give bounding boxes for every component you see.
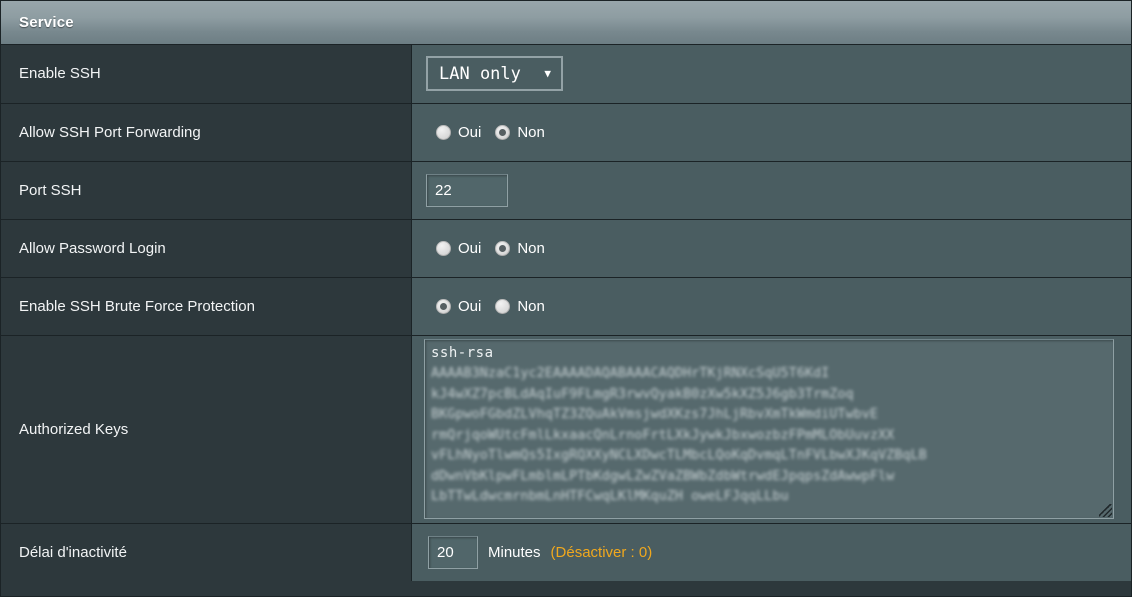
table-row: Port SSH 22 [1, 161, 1131, 220]
enable-ssh-select[interactable]: LAN only ▼ [426, 56, 563, 92]
row-label-brute-force: Enable SSH Brute Force Protection [1, 277, 412, 336]
row-label-password-login: Allow Password Login [1, 219, 412, 278]
row-value-idle-timeout: 20 Minutes (Désactiver : 0) [411, 523, 1131, 581]
idle-timeout-hint: (Désactiver : 0) [550, 543, 653, 561]
brute-force-radio-non[interactable]: Non [495, 298, 545, 315]
radio-icon[interactable] [436, 124, 451, 140]
radio-label: Oui [458, 239, 482, 257]
port-forwarding-radio-non[interactable]: Non [495, 124, 545, 141]
authorized-keys-line: vFLhNyoTlwmQs5IxgRQXXyNCLXDwcTLMbcLQoKqD… [431, 447, 927, 463]
row-value-authorized-keys: ssh-rsa AAAAB3NzaC1yc2EAAAADAQABAAACAQDH… [411, 335, 1131, 524]
radio-label: Non [517, 239, 545, 257]
brute-force-radio-oui[interactable]: Oui [436, 298, 481, 315]
row-label-idle-timeout: Délai d'inactivité [1, 523, 412, 581]
table-row: Délai d'inactivité 20 Minutes (Désactive… [1, 523, 1131, 581]
authorized-keys-line: BKGpwoFGbdZLVhqTZ3ZQuAkVmsjwdXKzs7JhLjRb… [431, 406, 879, 422]
radio-icon[interactable] [495, 298, 511, 314]
radio-icon[interactable] [436, 298, 451, 314]
authorized-keys-line: rmQrjqoWUtcFmlLkxaacQnLrnoFrtLXkJywkJbxw… [431, 426, 895, 443]
row-value-password-login: Oui Non [411, 219, 1131, 278]
table-row: Enable SSH LAN only ▼ [1, 45, 1131, 104]
idle-timeout-unit: Minutes [488, 543, 541, 561]
enable-ssh-select-value: LAN only [439, 63, 521, 84]
chevron-down-icon: ▼ [544, 67, 551, 81]
ssh-service-panel: Service Enable SSH LAN only ▼ Allow SSH … [0, 0, 1132, 597]
port-ssh-input[interactable]: 22 [426, 173, 508, 207]
radio-label: Non [517, 123, 545, 141]
radio-icon[interactable] [436, 240, 451, 256]
brute-force-radio-group: Oui Non [426, 298, 1131, 315]
row-label-authorized-keys: Authorized Keys [1, 335, 412, 524]
authorized-keys-line: dDwnVbKlpwFLmblmLPTbKdgwLZwZVaZBWbZdbWtr… [431, 467, 895, 484]
authorized-keys-textarea[interactable]: ssh-rsa AAAAB3NzaC1yc2EAAAADAQABAAACAQDH… [424, 339, 1114, 519]
authorized-keys-line: LbTTwLdwcmrnbmLnHTFCwqLKlMKquZH oweLFJqq… [431, 488, 789, 504]
password-login-radio-oui[interactable]: Oui [436, 240, 481, 257]
row-label-enable-ssh: Enable SSH [1, 45, 412, 104]
table-row: Allow SSH Port Forwarding Oui Non [1, 103, 1131, 162]
table-row: Enable SSH Brute Force Protection Oui No… [1, 277, 1131, 336]
password-login-radio-non[interactable]: Non [495, 240, 545, 257]
resize-handle-icon[interactable] [1099, 504, 1112, 517]
row-value-brute-force: Oui Non [411, 277, 1131, 336]
authorized-keys-first-line: ssh-rsa [431, 345, 494, 361]
settings-table: Enable SSH LAN only ▼ Allow SSH Port For… [1, 45, 1131, 581]
page-title: Service [19, 14, 74, 31]
idle-timeout-group: 20 Minutes (Désactiver : 0) [426, 535, 1131, 569]
table-row: Allow Password Login Oui Non [1, 219, 1131, 278]
password-login-radio-group: Oui Non [426, 240, 1131, 257]
radio-icon[interactable] [495, 240, 511, 256]
row-value-enable-ssh: LAN only ▼ [411, 45, 1131, 104]
port-forwarding-radio-oui[interactable]: Oui [436, 124, 481, 141]
radio-label: Oui [458, 123, 482, 141]
authorized-keys-line: kJ4wXZ7pcBLdAqIuF9FLmgR3rwvQyakB0zXw5kXZ… [431, 385, 854, 402]
idle-timeout-input[interactable]: 20 [428, 535, 478, 569]
radio-label: Oui [458, 297, 482, 315]
row-label-port-forwarding: Allow SSH Port Forwarding [1, 103, 412, 162]
row-value-port-ssh: 22 [411, 161, 1131, 220]
panel-header: Service [1, 1, 1131, 45]
row-label-port-ssh: Port SSH [1, 161, 412, 220]
table-row: Authorized Keys ssh-rsa AAAAB3NzaC1yc2EA… [1, 335, 1131, 524]
row-value-port-forwarding: Oui Non [411, 103, 1131, 162]
port-forwarding-radio-group: Oui Non [426, 124, 1131, 141]
authorized-keys-redacted-block: AAAAB3NzaC1yc2EAAAADAQABAAACAQDHrTKjRNXc… [431, 363, 1107, 507]
authorized-keys-content: ssh-rsa AAAAB3NzaC1yc2EAAAADAQABAAACAQDH… [425, 340, 1113, 507]
authorized-keys-line: AAAAB3NzaC1yc2EAAAADAQABAAACAQDHrTKjRNXc… [431, 365, 830, 381]
radio-label: Non [517, 297, 545, 315]
radio-icon[interactable] [495, 124, 511, 140]
